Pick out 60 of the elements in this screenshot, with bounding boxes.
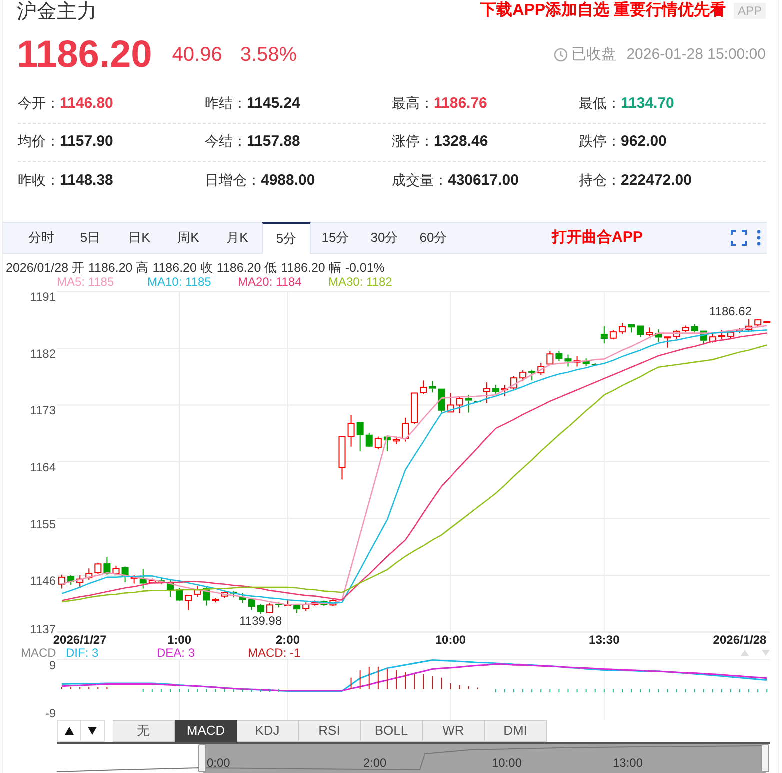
price-change: 40.96 [172,43,222,68]
axis-label: 2026/1/27 [53,633,107,647]
legend-label: DIF: 3 [66,648,99,660]
axis-label: 1182 [30,346,56,361]
axis-label: 1173 [30,404,56,418]
axis-label: 1164 [30,460,56,474]
stat-label: 涨停： [392,132,434,152]
stat-label: 最低： [579,94,621,114]
timeline-label: 10:00 [492,756,522,770]
price-annotation: 1139.98 [240,614,282,628]
legend-label: DEA: 3 [157,648,196,660]
stat-value: 1146.80 [60,94,114,114]
axis-label: 9 [49,658,56,672]
legend-label: MA5: 1185 [57,276,116,288]
legend-label: MA30: 1182 [328,276,394,288]
stat-value: 430617.00 [448,170,519,191]
timeline-label: 13:00 [612,756,644,770]
stat-value: 1148.38 [60,170,114,191]
stat-value: 4988.00 [261,170,316,191]
axis-label: 1137 [30,622,56,636]
price-annotation: 1186.62 [710,304,752,318]
indicator-title: MACD [21,648,56,660]
legend-label: MACD: -1 [248,648,301,660]
stat-label: 今开： [18,94,60,114]
stat-value: 1157.88 [247,132,300,152]
timeline-label: 2:00 [363,756,387,770]
axis-label: 1146 [30,574,56,588]
axis-label: 13:30 [589,633,620,647]
bar-info: 2026/01/28 开 1186.20 高 1186.20 收 1186.20 低 1186.20 幅 -0.01% [6,261,385,275]
stat-value: 1134.70 [621,94,674,114]
stat-label: 昨结： [205,94,247,114]
stat-label: 均价： [18,132,60,152]
change-percent: 3.58% [240,43,298,68]
stat-value: 962.00 [621,132,667,152]
quote-time: 2026-01-28 15:00:00 [626,44,766,65]
stat-value: 222472.00 [621,170,692,191]
stat-label: 日增仓： [205,170,261,190]
stat-label: 昨收： [18,170,60,190]
stat-value: 1157.90 [60,132,114,152]
stat-label: 跌停： [579,132,621,152]
axis-label: 1155 [30,517,56,532]
market-status: 已收盘 [572,44,617,65]
stat-value: 1328.46 [434,132,488,152]
last-price: 1186.20 [17,33,152,77]
page-title: 沪金主力 [17,0,97,24]
legend-label: MA10: 1185 [148,276,212,288]
axis-label: 1:00 [168,633,192,647]
axis-label: 10:00 [435,633,466,647]
stat-label: 持仓： [579,170,621,190]
stat-label: 成交量： [392,170,448,190]
axis-label: 1191 [30,290,56,304]
stat-value: 1186.76 [434,94,488,114]
axis-label: -9 [45,706,56,720]
legend-label: MA20: 1184 [238,276,303,288]
axis-label: 2026/1/28 [713,633,767,647]
timeline-label: 0:00 [207,756,230,770]
stat-label: 今结： [205,132,247,152]
axis-label: 2:00 [276,633,300,647]
stat-label: 最高： [392,94,434,114]
stat-value: 1145.24 [247,94,300,114]
